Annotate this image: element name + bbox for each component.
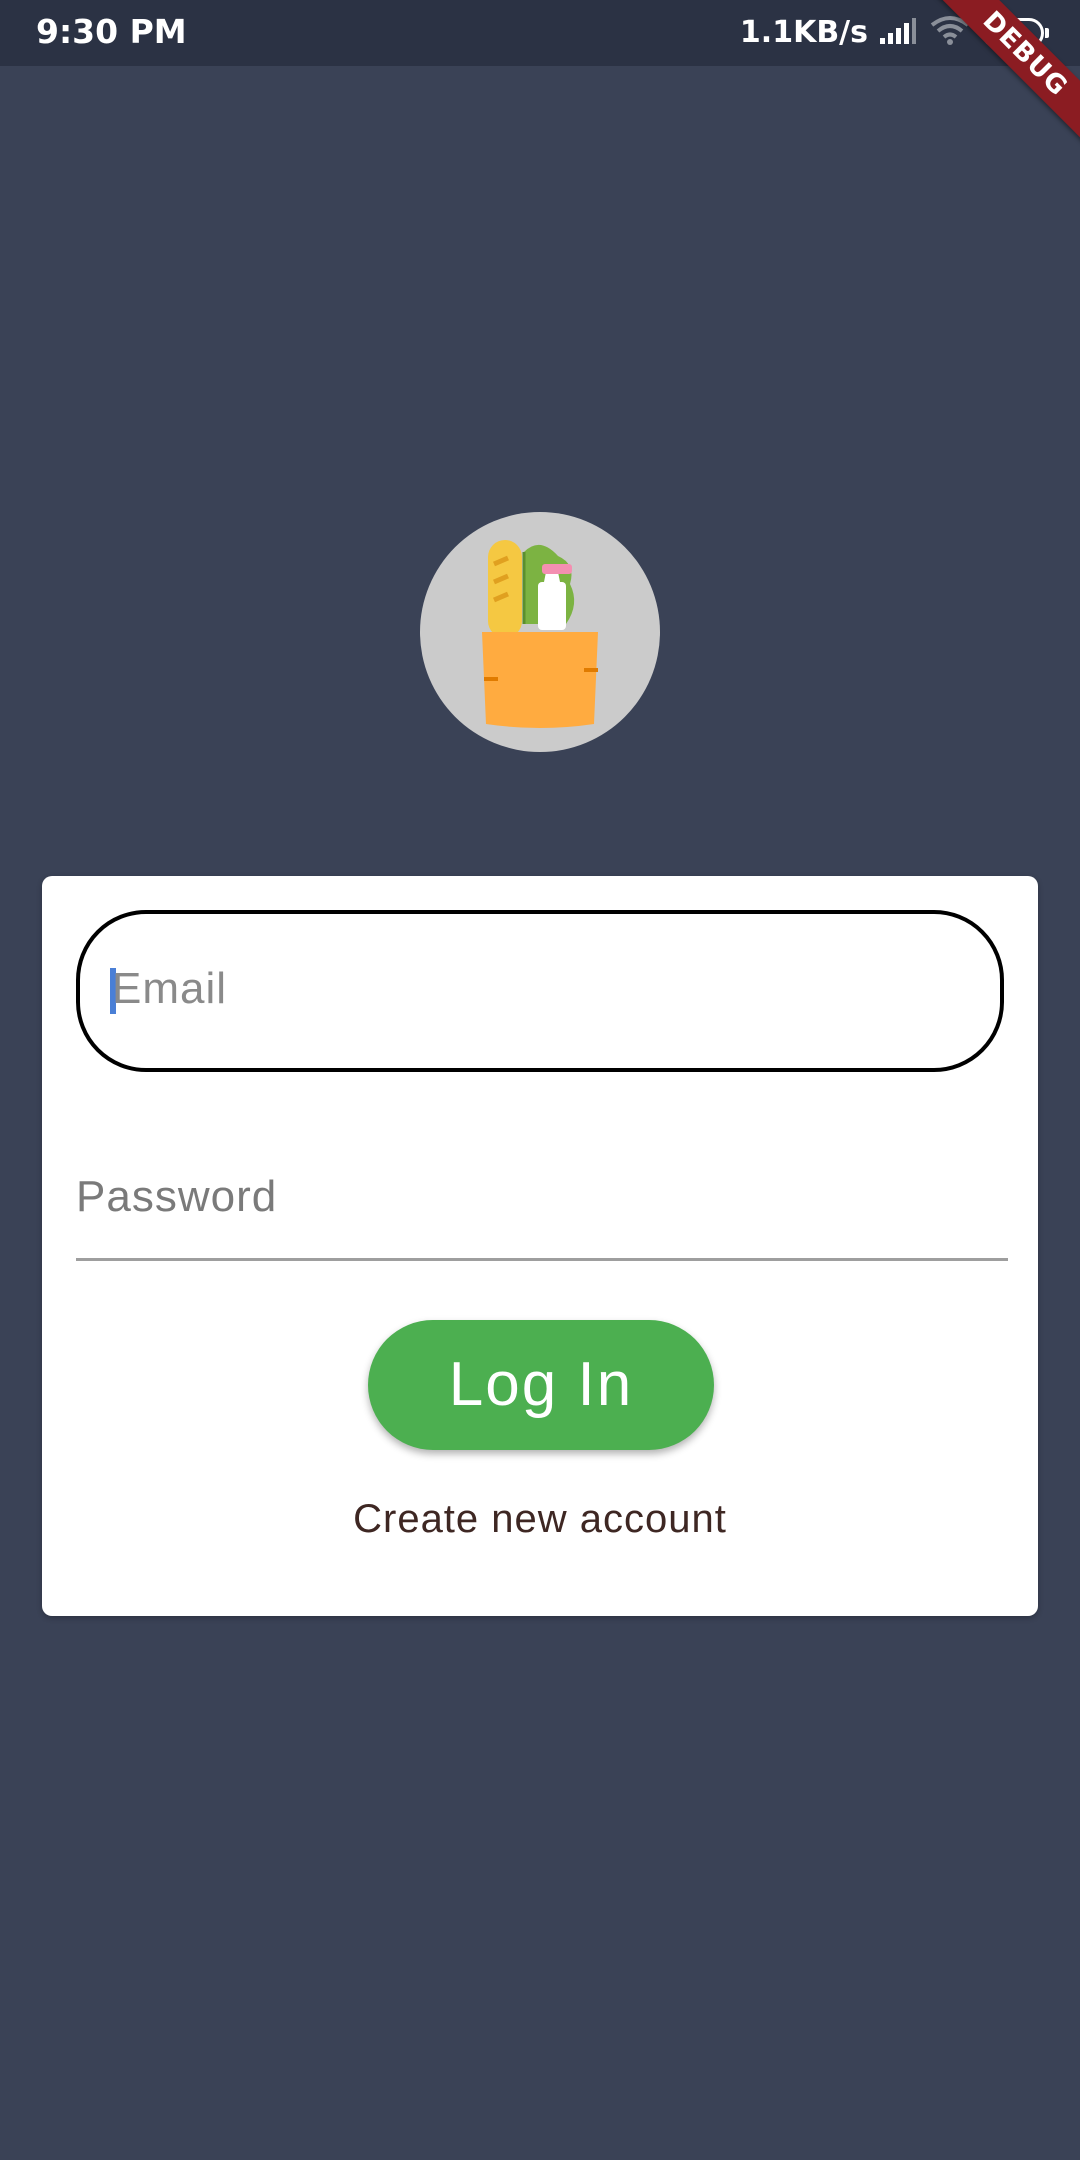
- login-card: Email Password Log In Create new account: [42, 876, 1038, 1616]
- email-field[interactable]: Email: [76, 910, 1004, 1072]
- status-bar: 9:30 PM 1.1KB/s 88: [0, 0, 1080, 66]
- status-time: 9:30 PM: [36, 12, 187, 51]
- signal-icon: [878, 16, 918, 50]
- password-field[interactable]: Password: [76, 1146, 1008, 1261]
- network-speed: 1.1KB/s: [739, 15, 868, 50]
- password-placeholder: Password: [76, 1172, 278, 1221]
- app-logo: [420, 512, 660, 752]
- grocery-bag-icon: [482, 540, 598, 728]
- login-button[interactable]: Log In: [368, 1320, 714, 1450]
- email-placeholder: Email: [112, 964, 228, 1013]
- create-account-link[interactable]: Create new account: [42, 1494, 1038, 1544]
